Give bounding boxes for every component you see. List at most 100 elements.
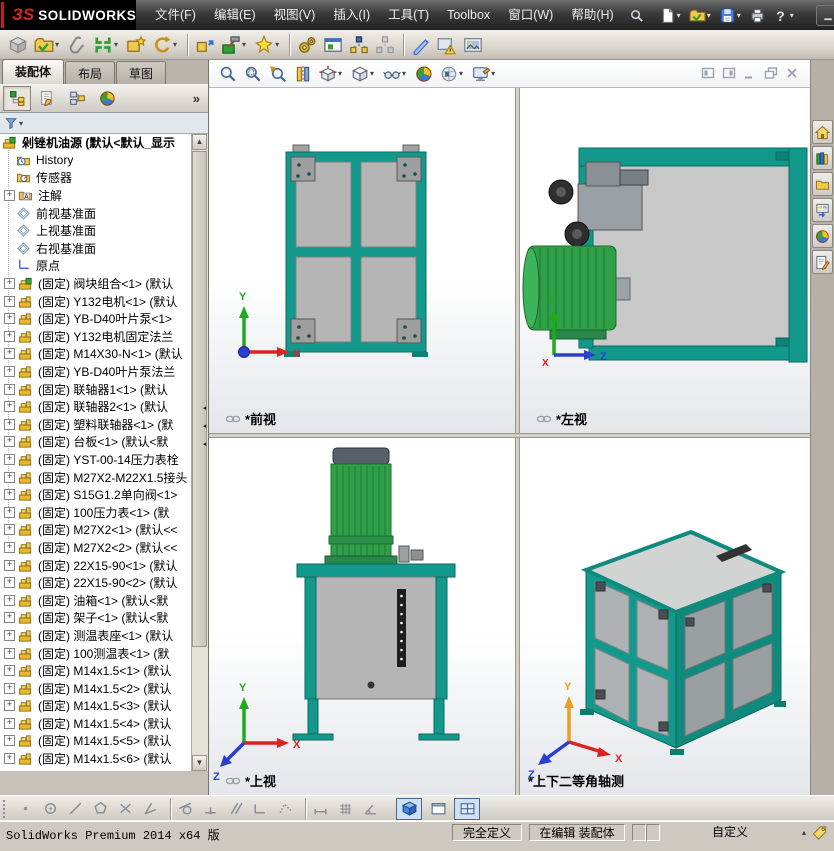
tree-item[interactable]: + (固定) M14x1.5<5> (默认 <box>0 732 192 750</box>
tree-item[interactable]: + (固定) M27X2<2> (默认<< <box>0 539 192 557</box>
scene-ball-button[interactable]: ▾ <box>438 63 467 85</box>
viewport-pane-right-button[interactable] <box>720 64 738 81</box>
dropdown-arrow-icon[interactable]: ▾ <box>173 40 177 49</box>
pane-single-button[interactable] <box>425 798 451 820</box>
expand-icon[interactable]: + <box>4 330 15 342</box>
tree-item[interactable]: + (固定) 测温表座<1> (默认 <box>0 627 192 645</box>
expand-icon[interactable]: + <box>4 383 15 395</box>
tab-草图[interactable]: 草图 <box>116 61 167 84</box>
tree-item[interactable]: + (固定) M14x1.5<6> (默认 <box>0 750 192 768</box>
section-button[interactable] <box>292 63 314 85</box>
tree-item[interactable]: + A 注解 <box>0 187 192 205</box>
dropdown-arrow-icon[interactable]: ▾ <box>707 11 711 20</box>
expand-icon[interactable]: + <box>4 278 15 290</box>
tree-item[interactable]: + (固定) 油箱<1> (默认<默 <box>0 591 192 609</box>
dropdown-arrow-icon[interactable]: ▾ <box>114 40 118 49</box>
tree-item[interactable]: + (固定) 阀块组合<1> (默认 <box>0 275 192 293</box>
dropdown-arrow-icon[interactable]: ▾ <box>459 69 463 78</box>
tree-item[interactable]: + (固定) 100压力表<1> (默 <box>0 503 192 521</box>
tree-item[interactable]: 原点 <box>0 257 192 275</box>
print-button[interactable] <box>746 5 769 26</box>
menu-item[interactable]: Toolbox <box>438 0 499 30</box>
help-button[interactable]: ? ▾ <box>769 5 799 26</box>
filter-funnel-icon[interactable] <box>4 116 18 130</box>
mate-button[interactable]: ▾ <box>91 33 122 57</box>
snap-circle-button[interactable] <box>41 799 60 818</box>
scroll-up-icon[interactable]: ▲ <box>192 134 207 150</box>
gears-button[interactable] <box>295 33 319 57</box>
snap-angle2-button[interactable] <box>361 799 380 818</box>
task-pane-home-button[interactable] <box>812 120 833 144</box>
glasses-button[interactable]: ▾ <box>381 63 410 85</box>
snap-points-button[interactable] <box>276 799 295 818</box>
tree-item[interactable]: + (固定) 联轴器1<1> (默认 <box>0 380 192 398</box>
expand-icon[interactable]: + <box>4 295 15 307</box>
viewport-left[interactable]: Y Z X *左视 <box>520 88 811 433</box>
status-custom[interactable]: 自定义 <box>660 824 800 841</box>
snap-parallel-button[interactable] <box>226 799 245 818</box>
tree-item[interactable]: + (固定) M14X30-N<1> (默认 <box>0 345 192 363</box>
tree-item[interactable]: 前视基准面 <box>0 204 192 222</box>
menu-item[interactable]: 帮助(H) <box>562 0 622 30</box>
task-pane-form-pencil-button[interactable] <box>812 250 833 274</box>
expand-icon[interactable]: + <box>4 735 15 747</box>
menu-item[interactable]: 视图(V) <box>265 0 325 30</box>
folder-open-button[interactable]: ▾ <box>32 33 63 57</box>
sparkle-star-button[interactable]: ▾ <box>252 33 283 57</box>
dropdown-arrow-icon[interactable]: ▾ <box>677 11 681 20</box>
fm-tab-color-wheel[interactable] <box>93 86 121 111</box>
folder-open-button[interactable]: ▾ <box>686 5 716 26</box>
expand-icon[interactable]: + <box>4 577 15 589</box>
tree-item[interactable]: 传感器 <box>0 169 192 187</box>
cube-blue-button[interactable] <box>396 797 422 820</box>
expand-icon[interactable]: + <box>4 506 15 518</box>
dropdown-arrow-icon[interactable]: ▾ <box>275 40 279 49</box>
tree-item[interactable]: + (固定) Y132电机<1> (默认 <box>0 292 192 310</box>
search-icon[interactable] <box>629 8 644 23</box>
tree-item[interactable]: + (固定) 塑料联轴器<1> (默 <box>0 416 192 434</box>
tree-item[interactable]: + (固定) M27X2-M22X1.5接头 <box>0 468 192 486</box>
viewport-horizontal-splitter[interactable] <box>209 433 811 438</box>
view-orient-button[interactable]: ▾ <box>317 63 346 85</box>
win-box-button[interactable] <box>321 33 345 57</box>
blue-pen-button[interactable] <box>409 33 433 57</box>
zoom-area-button[interactable] <box>242 63 264 85</box>
tree-item[interactable]: + (固定) 22X15-90<1> (默认 <box>0 556 192 574</box>
save-button[interactable]: ▾ <box>716 5 746 26</box>
viewport-vertical-splitter[interactable] <box>515 88 520 795</box>
menu-item[interactable]: 工具(T) <box>379 0 438 30</box>
expand-icon[interactable]: + <box>4 647 15 659</box>
tree-item[interactable]: History <box>0 152 192 170</box>
tree-item[interactable]: + (固定) M14x1.5<1> (默认 <box>0 662 192 680</box>
new-doc-button[interactable]: ▾ <box>656 5 686 26</box>
viewport-minimize-button[interactable] <box>741 64 759 81</box>
menu-item[interactable]: 窗口(W) <box>499 0 562 30</box>
snap-length-button[interactable] <box>311 799 330 818</box>
snap-x-button[interactable] <box>116 799 135 818</box>
tree-item[interactable]: + (固定) M14x1.5<4> (默认 <box>0 715 192 733</box>
viewport-front[interactable]: Y X *前视 <box>209 88 515 433</box>
expand-icon[interactable]: + <box>4 313 15 325</box>
tree-item[interactable]: + (固定) YST-00-14压力表栓 <box>0 451 192 469</box>
dropdown-arrow-icon[interactable]: ▾ <box>19 119 23 128</box>
snap-grid-button[interactable] <box>336 799 355 818</box>
color-wheel-button[interactable] <box>413 63 435 85</box>
dropdown-arrow-icon[interactable]: ▾ <box>338 69 342 78</box>
picture-button[interactable] <box>461 33 485 57</box>
pane-four-button[interactable] <box>454 797 480 820</box>
viewport-top[interactable]: Y X Z *上视 <box>209 438 515 795</box>
minimize-button[interactable] <box>815 4 834 26</box>
tree-item[interactable]: + (固定) 台板<1> (默认<默 <box>0 433 192 451</box>
dropdown-arrow-icon[interactable]: ▾ <box>370 69 374 78</box>
viewport-close-button[interactable] <box>783 64 801 81</box>
tree-item[interactable]: + (固定) M14x1.5<3> (默认 <box>0 697 192 715</box>
rotate-button[interactable]: ▾ <box>150 33 181 57</box>
expand-icon[interactable]: + <box>4 453 15 465</box>
expand-icon[interactable]: + <box>4 753 15 765</box>
panel-splitter-handle[interactable]: ◂ ◂ ◂ <box>201 400 208 454</box>
expand-icon[interactable]: + <box>4 541 15 553</box>
expand-icon[interactable]: + <box>4 717 15 729</box>
tree-item[interactable]: + (固定) Y132电机固定法兰 <box>0 328 192 346</box>
dropdown-arrow-icon[interactable]: ▾ <box>790 11 794 20</box>
expand-icon[interactable]: + <box>4 682 15 694</box>
